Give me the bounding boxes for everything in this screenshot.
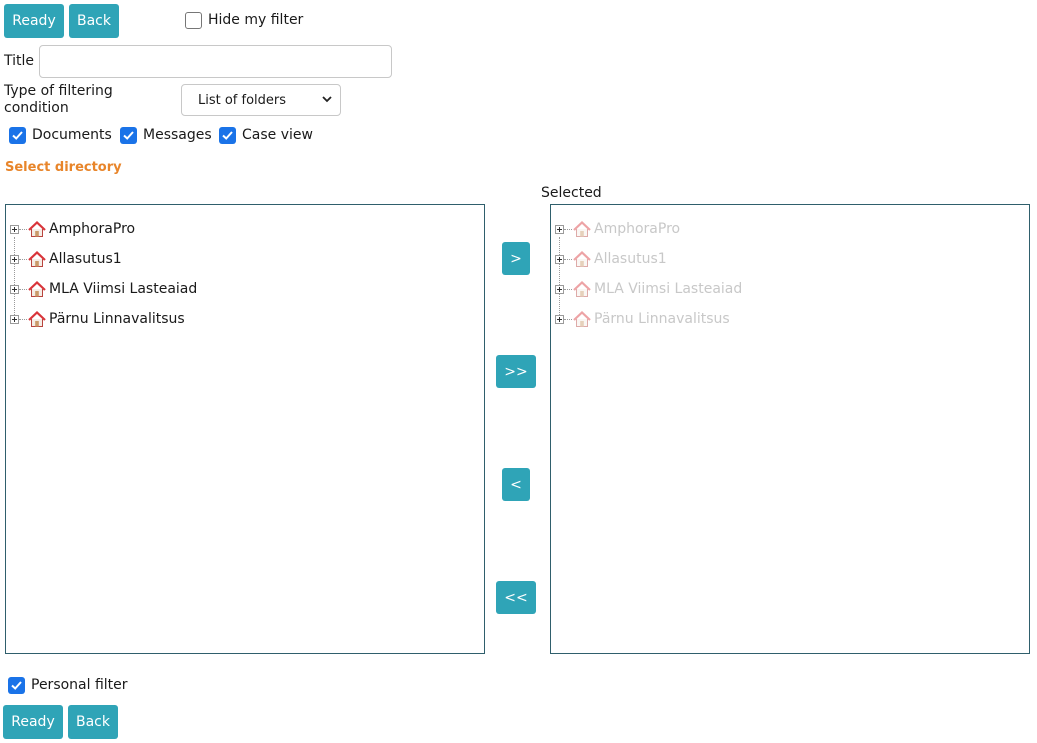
check-icon bbox=[222, 131, 233, 140]
tree-item-label: MLA Viimsi Lasteaiad bbox=[594, 281, 743, 297]
expand-icon[interactable] bbox=[10, 284, 19, 294]
title-label: Title bbox=[4, 53, 35, 69]
messages-label: Messages bbox=[143, 127, 212, 143]
house-icon bbox=[573, 310, 591, 327]
filter-type-select[interactable]: List of folders bbox=[181, 84, 341, 116]
personal-filter-label: Personal filter bbox=[31, 677, 128, 693]
tree-item-label: AmphoraPro bbox=[594, 221, 681, 237]
check-icon bbox=[123, 131, 134, 140]
hide-filter-checkbox[interactable] bbox=[185, 12, 202, 29]
ready-button-top[interactable]: Ready bbox=[4, 4, 64, 38]
tree-item[interactable]: Pärnu Linnavalitsus bbox=[10, 309, 185, 329]
tree-item[interactable]: Pärnu Linnavalitsus bbox=[555, 309, 730, 329]
house-icon bbox=[28, 280, 46, 297]
available-directory-tree[interactable]: AmphoraPro Allasutus1 MLA Viimsi Lasteai… bbox=[5, 204, 485, 654]
tree-item[interactable]: MLA Viimsi Lasteaiad bbox=[555, 279, 742, 299]
tree-item[interactable]: AmphoraPro bbox=[10, 219, 135, 239]
tree-item[interactable]: Allasutus1 bbox=[555, 249, 667, 269]
expand-icon[interactable] bbox=[555, 254, 564, 264]
house-icon bbox=[573, 250, 591, 267]
tree-item[interactable]: AmphoraPro bbox=[555, 219, 680, 239]
selected-label: Selected bbox=[541, 185, 602, 201]
case-view-label: Case view bbox=[242, 127, 313, 143]
case-view-checkbox[interactable] bbox=[219, 127, 236, 144]
house-icon bbox=[28, 310, 46, 327]
chevron-down-icon bbox=[322, 96, 332, 103]
tree-item[interactable]: Allasutus1 bbox=[10, 249, 122, 269]
hide-filter-label: Hide my filter bbox=[208, 12, 304, 28]
selected-directory-tree[interactable]: AmphoraPro Allasutus1 MLA Viimsi Lasteai… bbox=[550, 204, 1030, 654]
tree-item-label: Allasutus1 bbox=[49, 251, 122, 267]
tree-item-label: MLA Viimsi Lasteaiad bbox=[49, 281, 198, 297]
tree-item-label: Pärnu Linnavalitsus bbox=[49, 311, 185, 327]
tree-item-label: Pärnu Linnavalitsus bbox=[594, 311, 730, 327]
expand-icon[interactable] bbox=[10, 314, 19, 324]
filter-type-label: Type of filtering condition bbox=[4, 83, 113, 116]
back-button-bottom[interactable]: Back bbox=[68, 705, 118, 739]
tree-item[interactable]: MLA Viimsi Lasteaiad bbox=[10, 279, 197, 299]
remove-selected-button[interactable]: < bbox=[502, 468, 530, 501]
add-all-button[interactable]: >> bbox=[496, 355, 536, 388]
tree-item-label: AmphoraPro bbox=[49, 221, 136, 237]
expand-icon[interactable] bbox=[10, 254, 19, 264]
tree-item-label: Allasutus1 bbox=[594, 251, 667, 267]
section-title: Select directory bbox=[5, 160, 122, 175]
add-selected-button[interactable]: > bbox=[502, 242, 530, 275]
ready-button-bottom[interactable]: Ready bbox=[3, 705, 63, 739]
house-icon bbox=[28, 220, 46, 237]
house-icon bbox=[573, 220, 591, 237]
expand-icon[interactable] bbox=[555, 224, 564, 234]
back-button-top[interactable]: Back bbox=[69, 4, 119, 38]
messages-checkbox[interactable] bbox=[120, 127, 137, 144]
filter-type-value: List of folders bbox=[198, 92, 287, 108]
documents-checkbox[interactable] bbox=[9, 127, 26, 144]
expand-icon[interactable] bbox=[555, 314, 564, 324]
expand-icon[interactable] bbox=[555, 284, 564, 294]
expand-icon[interactable] bbox=[10, 224, 19, 234]
check-icon bbox=[11, 681, 22, 690]
documents-label: Documents bbox=[32, 127, 112, 143]
check-icon bbox=[12, 131, 23, 140]
remove-all-button[interactable]: << bbox=[496, 581, 536, 614]
house-icon bbox=[573, 280, 591, 297]
house-icon bbox=[28, 250, 46, 267]
title-input[interactable] bbox=[39, 45, 392, 78]
personal-filter-checkbox[interactable] bbox=[8, 677, 25, 694]
